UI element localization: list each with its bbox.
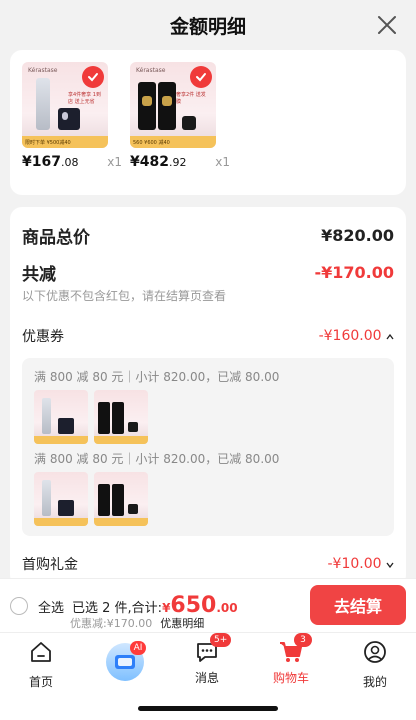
- reduction-label: 共减: [22, 264, 56, 285]
- total-row: 商品总价 ¥820.00: [22, 221, 394, 249]
- product-quantity: x1: [215, 155, 230, 169]
- select-all-radio[interactable]: [10, 597, 28, 615]
- checkout-bar: 全选 已选 2 件,合计:¥650.00 优惠减:¥170.00 优惠明细 去结算: [0, 578, 416, 632]
- amount-detail-sheet: 金额明细 Kérastase 享4件奢享 1到店 送上无省 限时下单 ¥500减…: [0, 0, 416, 720]
- sheet-header: 金额明细: [0, 0, 416, 50]
- product-price: ¥167.08: [22, 154, 79, 170]
- tab-home[interactable]: 首页: [6, 639, 76, 690]
- selected-check-icon[interactable]: [190, 66, 212, 88]
- discount-note: 以下优惠不包含红包，请在结算页查看: [22, 289, 227, 303]
- coupon-rule: 满 800 减 80 元｜小计 820.00，已减 80.00: [34, 452, 280, 466]
- tab-profile[interactable]: 我的: [340, 639, 410, 690]
- promo-strip: 限时下单 ¥500减40: [22, 136, 108, 148]
- cart-badge: 3: [294, 633, 312, 647]
- coupon-label: 优惠券: [22, 329, 64, 345]
- select-all-label[interactable]: 全选: [38, 597, 64, 616]
- chevron-down-icon: [386, 562, 394, 569]
- checkout-button[interactable]: 去结算: [310, 585, 406, 625]
- coupon-rule: 满 800 减 80 元｜小计 820.00，已减 80.00: [34, 370, 280, 384]
- home-indicator: [138, 706, 278, 711]
- total-label: 商品总价: [22, 227, 90, 248]
- coupon-products: [34, 390, 382, 444]
- product-image: Kérastase 奢享2件 送发膜 560 ¥600 减40: [130, 62, 216, 148]
- mini-product-image: [34, 472, 88, 526]
- ai-badge: AI: [130, 641, 146, 655]
- product-item[interactable]: Kérastase 奢享2件 送发膜 560 ¥600 减40 ¥482.92 …: [130, 62, 230, 195]
- price-breakdown: 商品总价 ¥820.00 共减 -¥170.00 以下优惠不包含红包，请在结算页…: [10, 207, 406, 587]
- checkout-discount: 优惠减:¥170.00 优惠明细: [70, 617, 205, 630]
- home-icon: [31, 642, 51, 662]
- tab-label: 我的: [362, 675, 387, 689]
- reduction-row: 共减 -¥170.00: [22, 259, 394, 285]
- product-quantity: x1: [107, 155, 122, 169]
- selected-check-icon[interactable]: [82, 66, 104, 88]
- coupon-detail: 满 800 减 80 元｜小计 820.00，已减 80.00 满 800 减 …: [22, 358, 394, 536]
- first-purchase-value: -¥10.00: [328, 556, 395, 572]
- coupon-value: -¥160.00: [319, 328, 394, 344]
- close-icon[interactable]: [376, 14, 398, 36]
- total-value: ¥820.00: [321, 225, 394, 245]
- product-item[interactable]: Kérastase 享4件奢享 1到店 送上无省 限时下单 ¥500减40 ¥1…: [22, 62, 122, 195]
- message-badge: 5+: [210, 633, 232, 647]
- mini-product-image: [94, 390, 148, 444]
- profile-icon: [364, 641, 386, 663]
- promo-strip: 560 ¥600 减40: [130, 136, 216, 148]
- mini-product-image: [34, 390, 88, 444]
- first-purchase-label: 首购礼金: [22, 557, 78, 573]
- chevron-up-icon: [386, 333, 394, 340]
- selected-products: Kérastase 享4件奢享 1到店 送上无省 限时下单 ¥500减40 ¥1…: [10, 50, 406, 195]
- tab-messages[interactable]: 5+ 消息: [172, 633, 242, 686]
- reduction-value: -¥170.00: [314, 262, 394, 282]
- tab-label: 消息: [194, 671, 219, 685]
- coupon-row[interactable]: 优惠券 -¥160.00: [22, 326, 394, 346]
- brand-logo: Kérastase: [28, 67, 58, 74]
- product-price: ¥482.92: [130, 154, 187, 170]
- mini-product-image: [94, 472, 148, 526]
- promo-text: 享4件奢享 1到店 送上无省: [68, 92, 101, 105]
- tab-label: 首页: [28, 675, 53, 689]
- tab-label: 购物车: [272, 671, 309, 685]
- brand-logo: Kérastase: [136, 67, 166, 74]
- promo-text: 奢享2件 送发膜: [176, 92, 206, 105]
- discount-detail-link[interactable]: 优惠明细: [160, 617, 204, 630]
- product-image: Kérastase 享4件奢享 1到店 送上无省 限时下单 ¥500减40: [22, 62, 108, 148]
- page-title: 金额明细: [169, 15, 246, 38]
- first-purchase-row[interactable]: 首购礼金 -¥10.00: [22, 554, 394, 574]
- tab-cart[interactable]: 3 购物车: [256, 633, 326, 686]
- coupon-products: [34, 472, 382, 526]
